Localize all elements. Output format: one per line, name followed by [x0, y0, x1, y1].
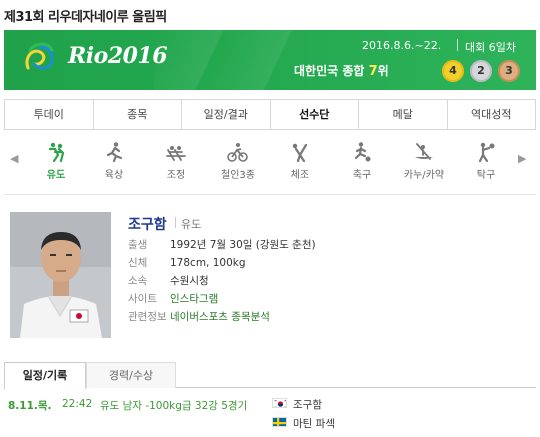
main-nav-tabs: 투데이 종목 일정/결과 선수단 메달 역대성적	[4, 99, 536, 130]
info-row-site: 사이트 인스타그램	[128, 291, 218, 306]
football-icon	[354, 142, 371, 162]
tab-sports[interactable]: 종목	[94, 100, 182, 129]
tab-history[interactable]: 역대성적	[448, 100, 536, 129]
athletics-icon	[106, 142, 123, 163]
info-key: 소속	[128, 275, 148, 287]
event-time: 22:42	[62, 398, 93, 410]
triathlon-icon	[227, 143, 248, 162]
info-row-team: 소속 수원시청	[128, 273, 209, 288]
sport-label: 철인3종	[221, 170, 255, 181]
athlete-1-name: 조구함	[293, 399, 322, 411]
rank-suffix: 위	[377, 64, 389, 78]
sport-canoe[interactable]: 카누/카약	[396, 141, 452, 181]
sport-label: 축구	[352, 170, 372, 181]
info-row-related: 관련정보 네이버스포츠 종목분석	[128, 309, 270, 324]
naver-sports-link[interactable]: 네이버스포츠 종목분석	[170, 311, 270, 323]
carousel-next-icon[interactable]: ▶	[518, 152, 526, 165]
athlete-portrait-icon	[10, 212, 111, 338]
athlete-photo	[10, 212, 111, 338]
rowing-icon	[166, 146, 186, 161]
divider	[457, 39, 458, 51]
canoe-icon	[415, 143, 433, 160]
divider	[4, 194, 536, 195]
olympic-banner: Rio2016 2016.8.6.~22. 대회 6일차 대한민국 종합 7위 …	[4, 30, 536, 90]
games-day-label: 대회 6일차	[465, 41, 516, 54]
sport-label: 체조	[290, 170, 310, 181]
info-key: 사이트	[128, 293, 157, 305]
tab-today[interactable]: 투데이	[5, 100, 94, 129]
tab-team[interactable]: 선수단	[270, 100, 359, 129]
sport-label: 육상	[104, 170, 124, 181]
info-key: 관련정보	[128, 311, 167, 323]
silver-medal-count[interactable]: 2	[470, 60, 492, 82]
info-value: 178cm, 100kg	[170, 257, 246, 269]
divider	[175, 217, 176, 228]
event-date: 8.11.목.	[8, 400, 52, 412]
gold-medal-count[interactable]: 4	[442, 60, 464, 82]
event-description[interactable]: 유도 남자 -100kg급 32강 5경기	[100, 398, 247, 413]
info-key: 출생	[128, 239, 148, 251]
athlete-sport: 유도	[181, 218, 202, 231]
korea-overall-rank[interactable]: 대한민국 종합 7위	[294, 62, 389, 79]
sport-rowing[interactable]: 조정	[148, 141, 204, 181]
sport-triathlon[interactable]: 철인3종	[210, 141, 266, 181]
sport-football[interactable]: 축구	[334, 141, 390, 181]
sport-table-tennis[interactable]: 탁구	[458, 141, 514, 181]
sport-label: 유도	[46, 170, 66, 181]
page-title: 제31회 리우데자네이루 올림픽	[4, 10, 167, 25]
sport-label: 탁구	[476, 170, 496, 181]
banner-decoration	[154, 30, 354, 90]
tab-schedule-record[interactable]: 일정/기록	[4, 362, 86, 389]
info-row-birth: 출생 1992년 7월 30일 (강원도 춘천)	[128, 237, 316, 252]
schedule-tabs: 일정/기록 경력/수상	[4, 362, 536, 389]
info-key: 신체	[128, 257, 148, 269]
sport-label: 카누/카약	[403, 170, 445, 181]
gymnastics-icon	[292, 143, 308, 163]
info-row-body: 신체 178cm, 100kg	[128, 255, 246, 270]
rank-prefix: 대한민국 종합	[294, 64, 365, 78]
tab-career-awards[interactable]: 경력/수상	[86, 362, 176, 388]
bronze-medal-count[interactable]: 3	[498, 60, 520, 82]
rank-number: 7	[368, 64, 378, 79]
athlete-2-name: 마틴 파섹	[293, 418, 335, 430]
sport-label: 조정	[166, 170, 186, 181]
sweden-flag-icon	[272, 417, 287, 427]
info-value: 1992년 7월 30일 (강원도 춘천)	[170, 239, 316, 251]
tab-medals[interactable]: 메달	[359, 100, 448, 129]
athlete-name: 조구함	[128, 217, 167, 233]
sport-gymnastics[interactable]: 체조	[272, 141, 328, 181]
instagram-link[interactable]: 인스타그램	[170, 293, 218, 305]
table-tennis-icon	[478, 142, 495, 163]
rio-logo-icon	[25, 42, 54, 70]
sport-athletics[interactable]: 육상	[86, 141, 142, 181]
sport-judo[interactable]: 유도	[28, 141, 84, 181]
tab-schedule-results[interactable]: 일정/결과	[182, 100, 271, 129]
rio2016-wordmark: Rio2016	[68, 43, 168, 69]
sport-carousel: ◀ 유도 육상 조정 철인3종 체조 축구 카누/카약 탁구 ▶	[4, 138, 536, 186]
korea-flag-icon	[272, 398, 287, 408]
games-date-range: 2016.8.6.~22.	[362, 39, 442, 52]
info-value: 수원시청	[170, 275, 209, 287]
judo-icon	[48, 142, 65, 163]
carousel-prev-icon[interactable]: ◀	[10, 152, 18, 165]
